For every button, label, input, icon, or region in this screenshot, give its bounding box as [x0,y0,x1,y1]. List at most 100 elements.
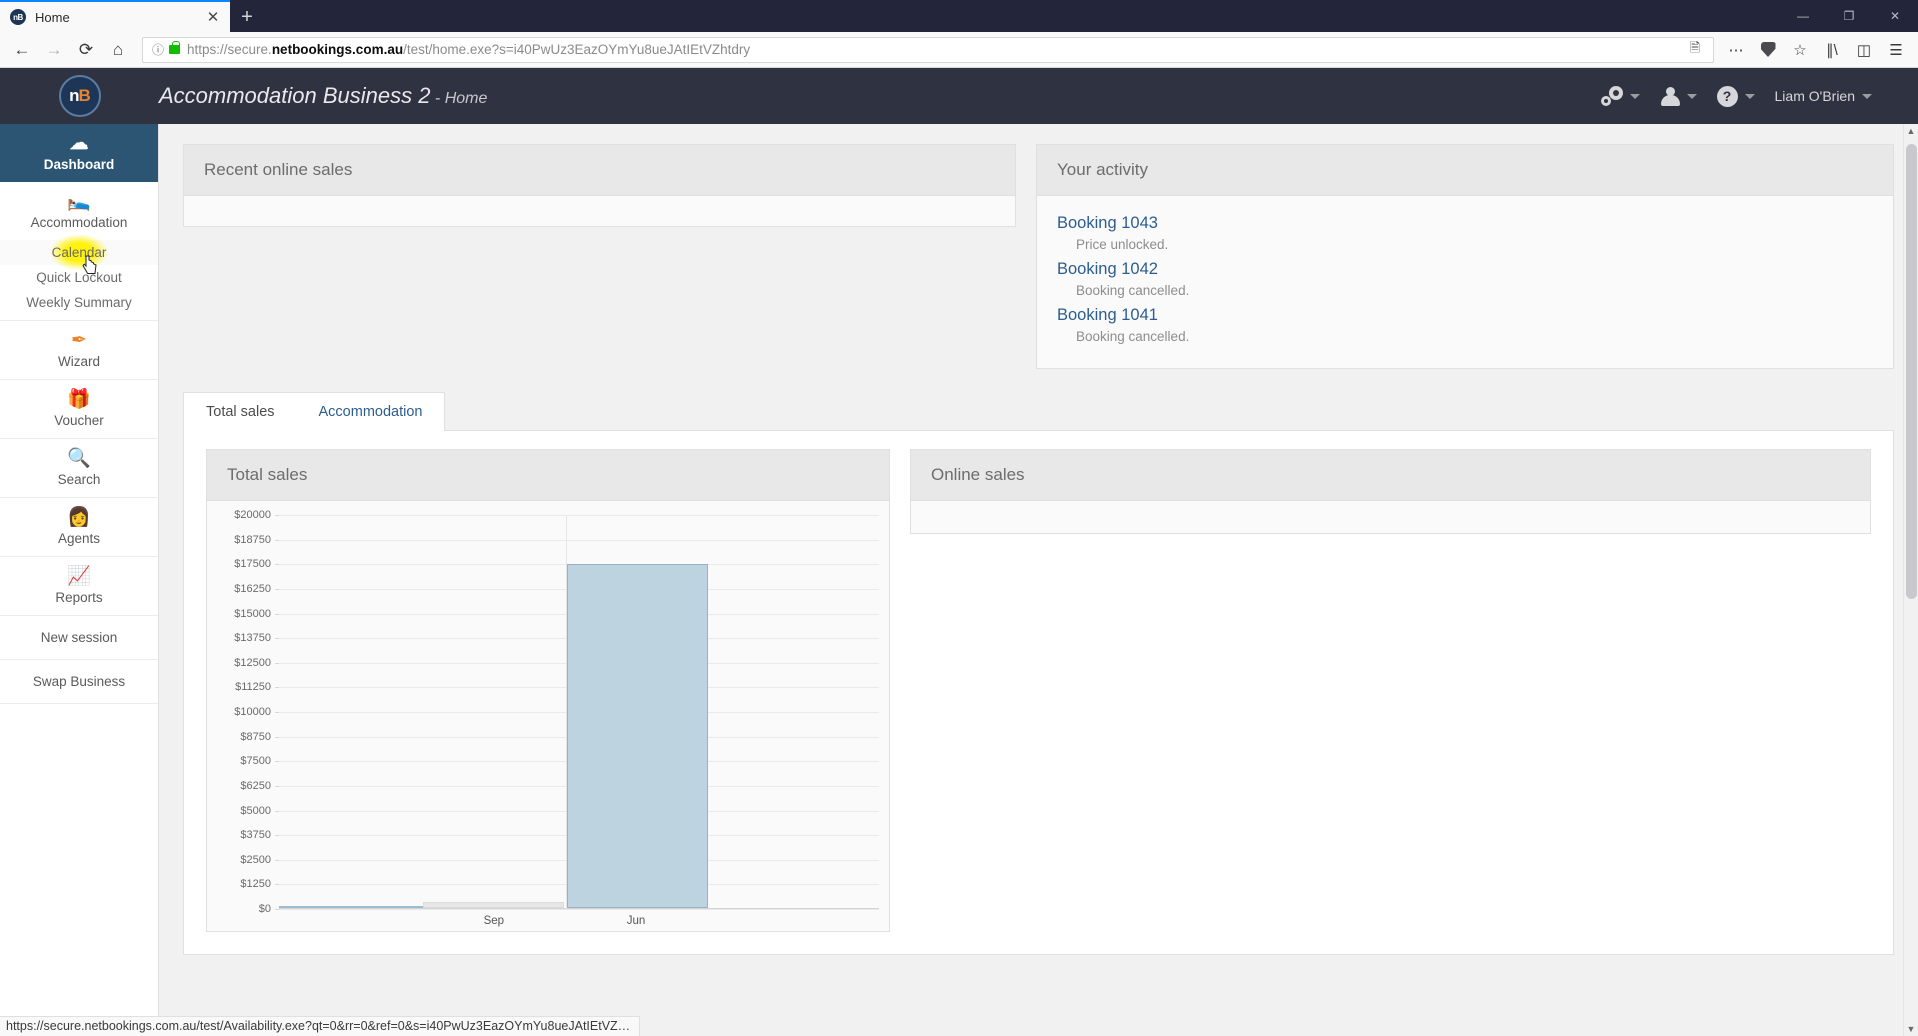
library-icon[interactable]: ∥\ [1816,35,1848,65]
chevron-down-icon [1629,93,1640,99]
y-axis-tick-mark [275,736,279,738]
logo-b: B [78,86,91,105]
forward-icon[interactable]: → [38,35,70,65]
sidebar-item-calendar[interactable]: Calendar [0,233,158,274]
panel-title: Recent online sales [184,145,1015,196]
y-axis-tick-mark [275,564,279,566]
tab-favicon-icon: nB [10,9,26,25]
sidebar-item-dashboard[interactable]: ☁ Dashboard [0,124,158,182]
chevron-down-icon [1686,93,1697,99]
bed-icon: 🛌 [67,191,91,212]
y-axis-tick-mark [275,613,279,615]
new-tab-button[interactable]: + [230,2,264,32]
chevron-down-icon [1744,93,1755,99]
y-axis-tick-mark [275,662,279,664]
chart-bar[interactable] [567,564,708,908]
user-menu[interactable]: Liam O'Brien [1769,82,1878,110]
urlbar-actions: 🗎 [1683,38,1707,62]
activity-link[interactable]: Booking 1043 [1057,214,1873,233]
page-title: Accommodation Business 2 - Home [159,83,487,109]
online-sales-panel: Online sales [910,449,1871,534]
sidebar-item-label: Reports [55,590,103,605]
sidebar-item-accommodation[interactable]: 🛌 Accommodation [0,182,158,240]
y-axis-tick-label: $17500 [234,558,271,571]
back-icon[interactable]: ← [6,35,38,65]
toolbar-right: ⋯ ☆ ∥\ ◫ ☰ [1720,35,1912,65]
scroll-up-arrow[interactable]: ▲ [1904,124,1918,138]
person-icon [1660,86,1680,106]
reload-icon[interactable]: ⟳ [70,35,102,65]
tab-accommodation[interactable]: Accommodation [297,393,445,431]
sidebar-item-quick-lockout[interactable]: Quick Lockout [0,265,158,290]
y-axis-tick-label: $11250 [235,681,271,694]
settings-menu[interactable] [1595,80,1646,112]
hamburger-menu-icon[interactable]: ☰ [1880,35,1912,65]
activity-detail: Booking cancelled. [1076,283,1190,298]
page-actions-icon[interactable]: ⋯ [1720,35,1752,65]
sidebar-item-weekly-summary[interactable]: Weekly Summary [0,290,158,321]
sidebar-item-reports[interactable]: 📈 Reports [0,557,158,616]
gears-icon [1600,86,1623,106]
y-axis-tick-label: $16250 [234,582,271,595]
chart-bar[interactable] [279,905,423,908]
grid-line [279,909,879,910]
sidebar-icon[interactable]: ◫ [1848,35,1880,65]
sidebar-item-label: Wizard [57,354,100,369]
sidebar-item-label: Search [57,472,101,487]
sidebar-item-agents[interactable]: 👩 Agents [0,498,158,557]
panel-title: Online sales [911,450,1870,501]
sidebar-item-search[interactable]: 🔍 Search [0,439,158,498]
activity-detail: Price unlocked. [1076,237,1169,252]
restore-icon[interactable]: ❐ [1826,0,1872,32]
browser-tab[interactable]: nB Home ✕ [0,0,230,32]
page-name: - Home [430,90,488,107]
magnifier-icon: 🔍 [67,448,91,469]
total-sales-chart-panel: Total sales $20000 $18750 $17500 $16250 $150… [206,449,890,932]
bookmark-star-icon[interactable]: ☆ [1784,35,1816,65]
y-axis-tick-label: $7500 [240,755,271,768]
sidebar-item-wizard[interactable]: ✒ Wizard [0,321,158,380]
page-scrollbar[interactable]: ▲ ▼ [1903,124,1918,1036]
sidebar-item-voucher[interactable]: 🎁 Voucher [0,380,158,439]
dashboard-icon: ☁ [69,133,89,154]
netbookings-logo-icon: nB [58,75,101,117]
grid-line [279,539,879,541]
report-chart-icon: 📈 [67,566,91,587]
close-window-icon[interactable]: ✕ [1872,0,1918,32]
sidebar-item-swap-business[interactable]: Swap Business [0,660,158,704]
activity-link[interactable]: Booking 1042 [1057,260,1873,279]
y-axis-tick-label: $18750 [234,533,271,546]
panel-title: Total sales [207,450,889,501]
gift-icon: 🎁 [67,389,91,410]
address-bar[interactable]: ⓘ https://secure.netbookings.com.au/test… [142,36,1714,63]
y-axis-tick-mark [275,539,279,541]
sidebar-item-new-session[interactable]: New session [0,616,158,660]
sidebar-subitem-label: Calendar [51,245,107,260]
web-app: nB Accommodation Business 2 - Home ? Lia… [0,68,1918,1036]
logo[interactable]: nB [0,75,159,117]
scroll-down-arrow[interactable]: ▼ [1904,1022,1918,1036]
minimize-icon[interactable]: — [1780,0,1826,32]
sidebar-item-label: Dashboard [43,157,115,172]
logo-n: n [69,86,79,105]
tab-total-sales[interactable]: Total sales [184,393,297,431]
scrollbar-thumb[interactable] [1906,144,1917,599]
y-axis-tick-label: $15000 [234,607,271,620]
staff-menu[interactable] [1654,81,1703,112]
close-icon[interactable]: ✕ [204,8,222,26]
activity-detail: Booking cancelled. [1076,329,1190,344]
page-info-icon[interactable]: ⓘ [149,41,167,58]
activity-link[interactable]: Booking 1041 [1057,306,1873,325]
url-text: https://secure.netbookings.com.au/test/h… [187,42,750,57]
user-name: Liam O'Brien [1774,88,1855,104]
favicon-text: nB [13,12,23,22]
app-body: ☁ Dashboard 🛌 Accommodation Calendar Qui… [0,124,1918,1036]
panel-title: Your activity [1037,145,1893,196]
chart-bar[interactable] [423,901,564,908]
home-icon[interactable]: ⌂ [102,35,134,65]
help-menu[interactable]: ? [1711,80,1761,113]
window-controls: — ❐ ✕ [1780,0,1918,32]
pocket-icon[interactable] [1752,35,1784,65]
reader-view-icon[interactable]: 🗎 [1683,38,1707,62]
total-sales-bar-chart[interactable]: $20000 $18750 $17500 $16250 $15000 $13750 $125… [207,501,889,931]
